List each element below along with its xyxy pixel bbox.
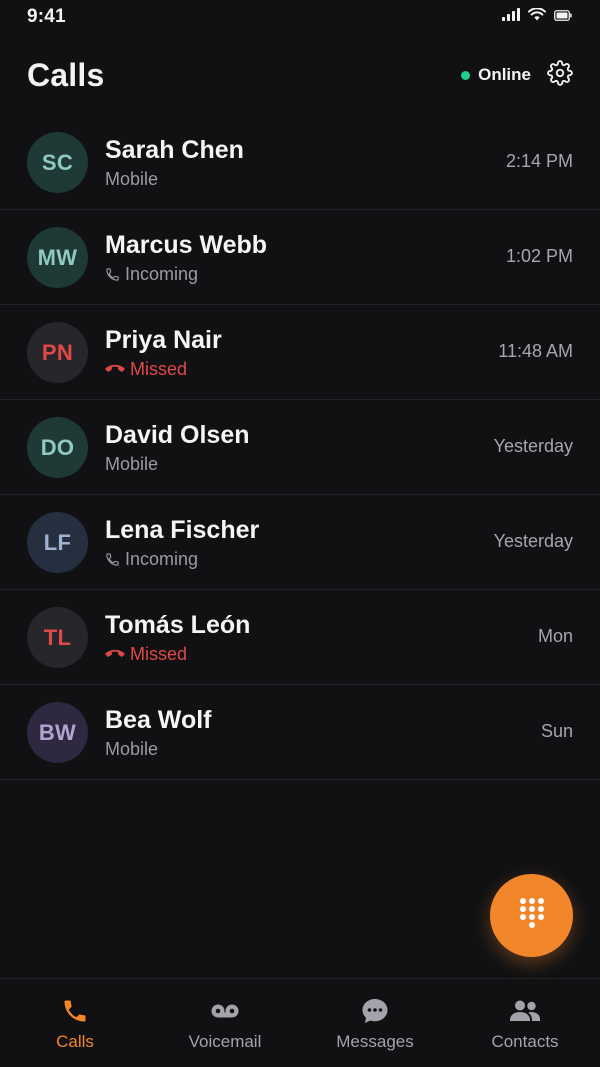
call-detail: Incoming xyxy=(105,547,259,571)
contacts-icon xyxy=(509,996,541,1026)
avatar: MW xyxy=(27,227,88,288)
phone-incoming-icon xyxy=(105,267,120,282)
call-info: Sarah Chen Mobile xyxy=(105,135,244,191)
contact-name: Marcus Webb xyxy=(105,231,268,259)
contact-name: Priya Nair xyxy=(105,326,222,354)
call-row[interactable]: TL Tomás León Missed Mon xyxy=(0,590,600,685)
message-bubble-icon xyxy=(360,996,390,1026)
calls-screen: 9:41 Calls Online SC Sarah Chen Mobile 2… xyxy=(0,0,600,1067)
call-type: Mobile xyxy=(105,168,159,189)
avatar: LF xyxy=(27,512,88,573)
call-time: 11:48 AM xyxy=(498,341,573,361)
tab-messages[interactable]: Messages xyxy=(300,979,450,1067)
avatar: BW xyxy=(27,702,88,763)
tab-label: Voicemail xyxy=(188,1032,262,1051)
tab-contacts[interactable]: Contacts xyxy=(450,979,600,1067)
phone-missed-icon xyxy=(105,363,125,375)
call-detail: Missed xyxy=(105,357,222,381)
call-info: Priya Nair Missed xyxy=(105,325,222,381)
avatar: SC xyxy=(27,132,88,193)
status-time: 9:41 xyxy=(27,6,66,27)
contact-name: Tomás León xyxy=(105,611,251,639)
avatar: DO xyxy=(27,417,88,478)
call-row[interactable]: MW Marcus Webb Incoming 1:02 PM xyxy=(0,210,600,305)
battery-icon xyxy=(554,8,572,26)
call-list: SC Sarah Chen Mobile 2:14 PM MW Marcus W… xyxy=(0,115,600,780)
call-type: Mobile xyxy=(105,738,159,759)
tab-bar: Calls Voicemail Messages Contacts xyxy=(0,978,600,1067)
call-detail: Mobile xyxy=(105,452,250,476)
call-detail: Mobile xyxy=(105,737,212,761)
tab-calls[interactable]: Calls xyxy=(0,979,150,1067)
call-row[interactable]: PN Priya Nair Missed 11:48 AM xyxy=(0,305,600,400)
contact-name: David Olsen xyxy=(105,421,250,449)
contact-name: Lena Fischer xyxy=(105,516,260,544)
call-detail: Mobile xyxy=(105,167,244,191)
call-detail: Missed xyxy=(105,642,250,666)
call-info: Tomás León Missed xyxy=(105,610,250,666)
tab-label: Contacts xyxy=(491,1032,559,1051)
header: Calls Online xyxy=(0,52,600,98)
call-time: Sun xyxy=(540,721,573,741)
tab-label: Calls xyxy=(56,1032,94,1051)
presence-label: Online xyxy=(478,65,531,84)
call-row[interactable]: BW Bea Wolf Mobile Sun xyxy=(0,685,600,780)
call-detail: Incoming xyxy=(105,262,267,286)
call-row[interactable]: SC Sarah Chen Mobile 2:14 PM xyxy=(0,115,600,210)
dialpad-button[interactable] xyxy=(490,874,573,957)
settings-button[interactable] xyxy=(547,59,573,91)
online-indicator xyxy=(461,70,471,80)
dialpad-icon xyxy=(519,897,545,934)
presence-status[interactable]: Online xyxy=(461,65,531,85)
avatar: PN xyxy=(27,322,88,383)
call-time: 2:14 PM xyxy=(505,151,573,171)
voicemail-icon xyxy=(210,996,240,1026)
call-info: Bea Wolf Mobile xyxy=(105,705,212,761)
status-icons xyxy=(502,7,572,26)
call-type: Incoming xyxy=(125,263,199,284)
call-time: Yesterday xyxy=(493,531,573,551)
page-title: Calls xyxy=(27,56,105,93)
phone-incoming-icon xyxy=(105,552,120,567)
status-bar: 9:41 xyxy=(0,0,600,34)
call-row[interactable]: LF Lena Fischer Incoming Yesterday xyxy=(0,495,600,590)
call-time: Mon xyxy=(537,626,573,646)
call-info: Marcus Webb Incoming xyxy=(105,230,267,286)
avatar: TL xyxy=(27,607,88,668)
phone-icon xyxy=(61,996,89,1026)
call-info: David Olsen Mobile xyxy=(105,420,250,476)
call-type: Missed xyxy=(130,643,188,664)
gear-icon xyxy=(547,59,573,91)
phone-missed-icon xyxy=(105,648,125,660)
wifi-icon xyxy=(528,7,546,26)
tab-label: Messages xyxy=(336,1032,414,1051)
header-actions: Online xyxy=(461,59,573,91)
signal-icon xyxy=(502,8,520,26)
call-info: Lena Fischer Incoming xyxy=(105,515,259,571)
call-type: Missed xyxy=(130,358,188,379)
contact-name: Sarah Chen xyxy=(105,136,244,164)
call-time: 1:02 PM xyxy=(505,246,573,266)
tab-voicemail[interactable]: Voicemail xyxy=(150,979,300,1067)
call-row[interactable]: DO David Olsen Mobile Yesterday xyxy=(0,400,600,495)
contact-name: Bea Wolf xyxy=(105,706,212,734)
call-type: Incoming xyxy=(125,548,199,569)
call-type: Mobile xyxy=(105,453,159,474)
call-time: Yesterday xyxy=(493,436,573,456)
